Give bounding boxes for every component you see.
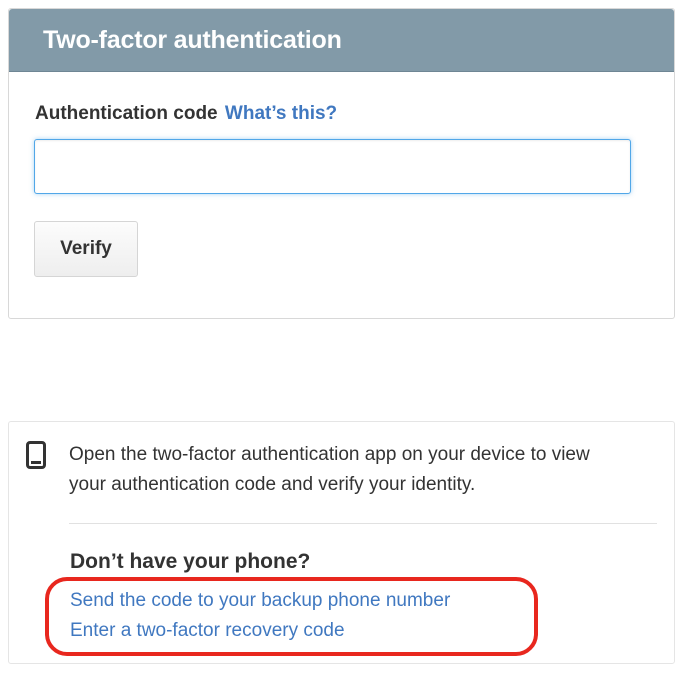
divider	[69, 523, 657, 524]
recovery-code-link[interactable]: Enter a two-factor recovery code	[70, 616, 450, 646]
page-title: Two-factor authentication	[43, 25, 342, 54]
send-backup-sms-link[interactable]: Send the code to your backup phone numbe…	[70, 586, 450, 616]
form-header: Two-factor authentication	[9, 9, 674, 72]
authentication-code-label: Authentication code What’s this?	[35, 103, 337, 125]
mobile-phone-icon	[26, 441, 46, 469]
help-panel: Open the two-factor authentication app o…	[8, 421, 675, 664]
no-phone-heading: Don’t have your phone?	[70, 550, 311, 573]
authentication-code-input[interactable]	[34, 139, 631, 194]
code-label-text: Authentication code	[35, 103, 218, 124]
recovery-links: Send the code to your backup phone numbe…	[70, 586, 450, 646]
verify-button[interactable]: Verify	[34, 221, 138, 277]
help-description: Open the two-factor authentication app o…	[69, 444, 590, 495]
whats-this-link[interactable]: What’s this?	[225, 103, 337, 124]
